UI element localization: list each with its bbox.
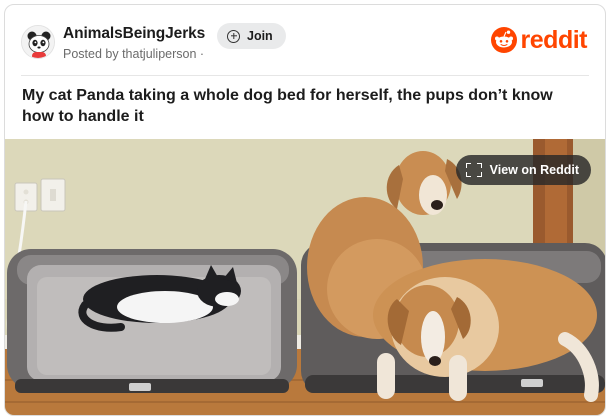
expand-icon <box>465 163 482 177</box>
subreddit-name[interactable]: AnimalsBeingJerks <box>63 25 205 43</box>
view-on-reddit-label: View on Reddit <box>489 163 579 177</box>
join-label: Join <box>247 29 273 43</box>
header-divider <box>21 75 589 76</box>
posted-by: Posted by thatjuliperson · <box>63 47 205 61</box>
post-title[interactable]: My cat Panda taking a whole dog bed for … <box>22 85 582 127</box>
reddit-logo[interactable]: reddit <box>490 26 588 54</box>
panda-avatar-icon[interactable] <box>21 25 55 59</box>
post-image[interactable]: View on Reddit <box>5 139 605 415</box>
plus-circle-icon <box>227 29 240 43</box>
reddit-wordmark: reddit <box>520 26 588 54</box>
view-on-reddit-button[interactable]: View on Reddit <box>455 155 591 185</box>
embedded-post-card: AnimalsBeingJerks Posted by thatjulipers… <box>4 4 606 416</box>
join-button[interactable]: Join <box>217 23 286 49</box>
reddit-alien-icon <box>490 27 517 53</box>
post-header: AnimalsBeingJerks Posted by thatjulipers… <box>5 5 605 77</box>
